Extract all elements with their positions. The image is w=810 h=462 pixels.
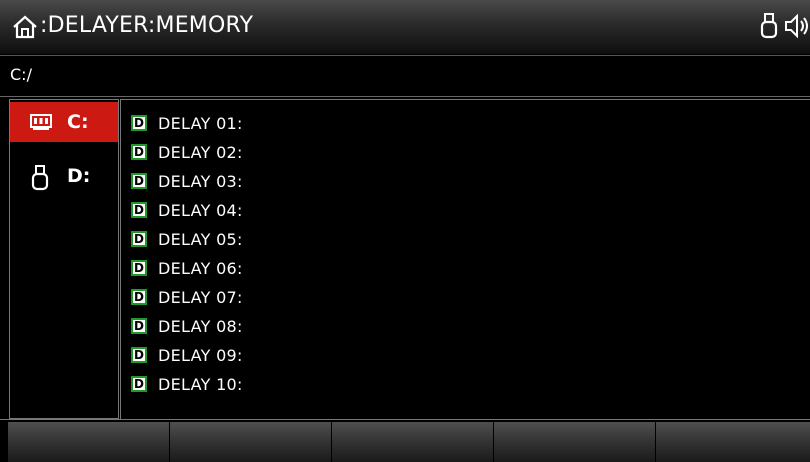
usb-drive-icon [31,165,49,191]
current-path: C:/ [10,65,32,84]
file-label: DELAY 08: [158,317,243,336]
softkey-3[interactable] [332,422,494,462]
internal-memory-icon [30,114,52,130]
softkey-5[interactable] [656,422,810,462]
softkey-1[interactable] [8,422,170,462]
delay-file-icon: D [131,376,147,392]
file-item-delay-04[interactable]: D DELAY 04: [131,197,731,225]
usb-drive-icon [760,13,778,39]
file-item-delay-10[interactable]: D DELAY 10: [131,371,731,399]
drive-label-c: C: [67,111,89,133]
delay-file-icon: D [131,144,147,160]
drive-item-d[interactable]: D: [10,160,118,200]
delay-file-icon: D [131,260,147,276]
delay-file-icon: D [131,231,147,247]
file-item-delay-08[interactable]: D DELAY 08: [131,313,731,341]
delay-file-icon: D [131,115,147,131]
delay-file-icon: D [131,347,147,363]
delay-file-icon: D [131,202,147,218]
file-label: DELAY 07: [158,288,243,307]
file-label: DELAY 09: [158,346,243,365]
file-label: DELAY 02: [158,143,243,162]
file-item-delay-09[interactable]: D DELAY 09: [131,342,731,370]
file-label: DELAY 04: [158,201,243,220]
file-item-delay-06[interactable]: D DELAY 06: [131,255,731,283]
file-item-delay-01[interactable]: D DELAY 01: [131,110,731,138]
file-label: DELAY 06: [158,259,243,278]
page-title: :DELAYER:MEMORY [40,13,254,38]
file-item-delay-03[interactable]: D DELAY 03: [131,168,731,196]
file-label: DELAY 05: [158,230,243,249]
softkey-2[interactable] [170,422,332,462]
delay-file-icon: D [131,173,147,189]
softkey-4[interactable] [494,422,656,462]
file-label: DELAY 03: [158,172,243,191]
file-item-delay-05[interactable]: D DELAY 05: [131,226,731,254]
home-icon[interactable] [12,14,38,40]
title-bar: :DELAYER:MEMORY [0,0,810,54]
file-list: D DELAY 01: D DELAY 02: D DELAY 03: D DE… [120,99,810,419]
drive-panel: C: D: [9,99,119,419]
drive-label-d: D: [67,165,91,187]
file-item-delay-07[interactable]: D DELAY 07: [131,284,731,312]
path-bar: C:/ [0,55,810,97]
speaker-icon [785,13,808,39]
file-label: DELAY 10: [158,375,243,394]
file-item-delay-02[interactable]: D DELAY 02: [131,139,731,167]
delay-file-icon: D [131,289,147,305]
delay-file-icon: D [131,318,147,334]
softkey-bar [0,419,810,462]
file-label: DELAY 01: [158,114,243,133]
drive-item-c[interactable]: C: [10,102,118,142]
